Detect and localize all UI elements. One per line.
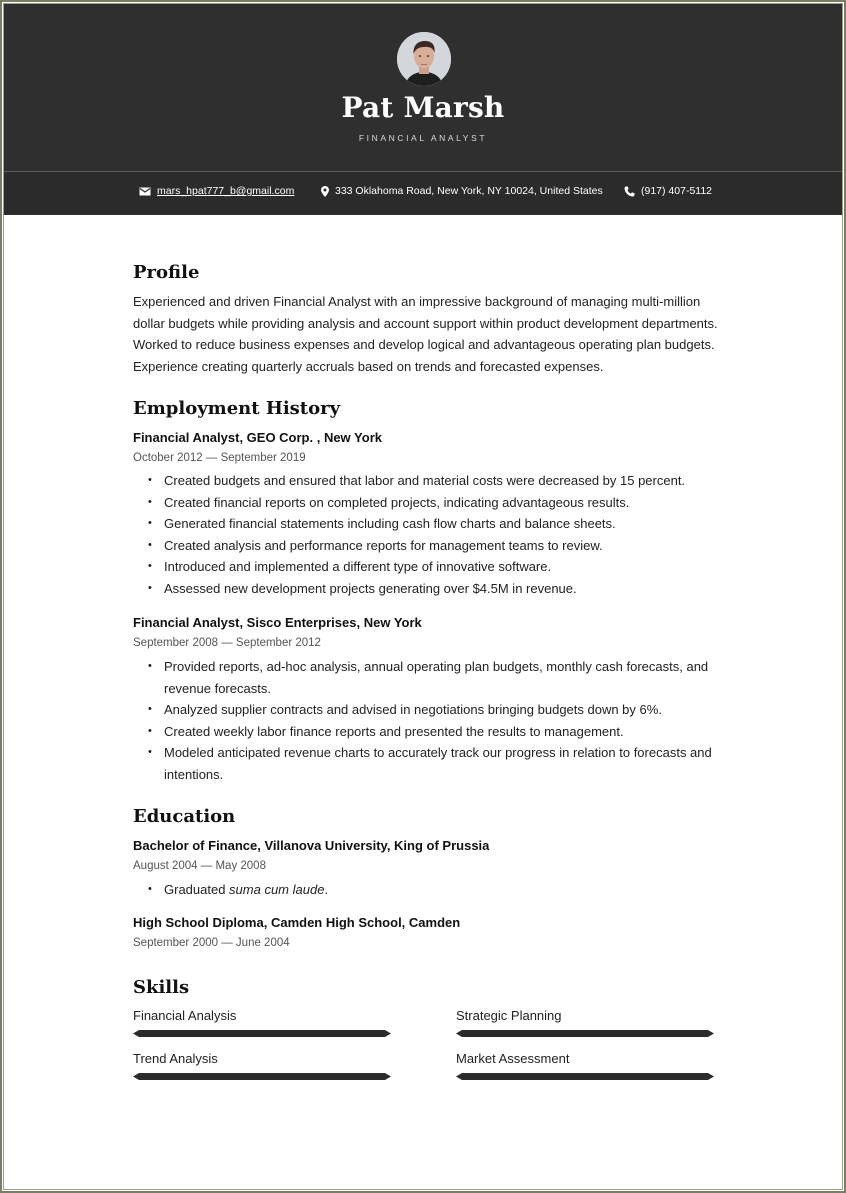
skill-bar-fill (133, 1030, 391, 1037)
list-item: Created analysis and performance reports… (133, 535, 723, 557)
email-link[interactable]: mars_hpat777_b@gmail.com (157, 185, 294, 197)
list-item: Analyzed supplier contracts and advised … (133, 699, 723, 721)
education-bullets: Graduated suma cum laude. (133, 879, 723, 901)
skill-label: Strategic Planning (456, 1008, 562, 1023)
skill-item: Strategic Planning (456, 1008, 714, 1037)
phone-text[interactable]: (917) 407-5112 (641, 185, 712, 197)
education-heading: Education (133, 806, 236, 827)
avatar (397, 32, 451, 86)
skill-level-bar (456, 1073, 714, 1080)
skill-level-bar (456, 1030, 714, 1037)
list-item: Modeled anticipated revenue charts to ac… (133, 742, 723, 785)
resume-header: Pat Marsh FINANCIAL ANALYST (3, 3, 843, 171)
skill-label: Trend Analysis (133, 1051, 218, 1066)
profile-heading: Profile (133, 262, 200, 283)
education-title: Bachelor of Finance, Villanova Universit… (133, 838, 490, 853)
contact-bar: mars_hpat777_b@gmail.com 333 Oklahoma Ro… (3, 172, 843, 215)
skill-bar-fill (456, 1073, 714, 1080)
job-dates: October 2012 — September 2019 (133, 452, 306, 464)
bullet-text: Graduated (164, 882, 230, 897)
skill-item: Trend Analysis (133, 1051, 391, 1080)
envelope-icon (139, 187, 151, 196)
phone-icon (624, 186, 635, 197)
skill-label: Financial Analysis (133, 1008, 237, 1023)
education-title: High School Diploma, Camden High School,… (133, 915, 461, 930)
list-item: Generated financial statements including… (133, 513, 723, 535)
honors-text: suma cum laude (229, 882, 325, 897)
skill-bar-fill (456, 1030, 714, 1037)
skill-bar-fill (133, 1073, 391, 1080)
contact-email: mars_hpat777_b@gmail.com (139, 185, 294, 197)
job-title: Financial Analyst, Sisco Enterprises, Ne… (133, 615, 422, 630)
education-dates: September 2000 — June 2004 (133, 937, 290, 949)
skill-item: Market Assessment (456, 1051, 714, 1080)
employment-heading: Employment History (133, 398, 341, 419)
list-item: Assessed new development projects genera… (133, 578, 723, 600)
job-dates: September 2008 — September 2012 (133, 637, 321, 649)
job-bullets: Provided reports, ad-hoc analysis, annua… (133, 656, 723, 786)
list-item: Graduated suma cum laude. (133, 879, 723, 901)
list-item: Created financial reports on completed p… (133, 492, 723, 514)
candidate-title: FINANCIAL ANALYST (358, 133, 488, 143)
contact-phone: (917) 407-5112 (624, 185, 712, 197)
map-pin-icon (321, 185, 329, 197)
list-item: Provided reports, ad-hoc analysis, annua… (133, 656, 723, 699)
skill-item: Financial Analysis (133, 1008, 391, 1037)
skills-heading: Skills (133, 977, 190, 998)
skill-label: Market Assessment (456, 1051, 570, 1066)
address-text: 333 Oklahoma Road, New York, NY 10024, U… (335, 185, 603, 197)
job-title: Financial Analyst, GEO Corp. , New York (133, 430, 382, 445)
skill-level-bar (133, 1073, 391, 1080)
job-bullets: Created budgets and ensured that labor a… (133, 470, 723, 600)
list-item: Introduced and implemented a different t… (133, 556, 723, 578)
avatar-portrait-icon (397, 32, 451, 86)
bullet-suffix: . (324, 882, 329, 897)
contact-address: 333 Oklahoma Road, New York, NY 10024, U… (321, 185, 603, 197)
education-dates: August 2004 — May 2008 (133, 860, 266, 872)
profile-summary: Experienced and driven Financial Analyst… (133, 294, 718, 375)
candidate-name: Pat Marsh (341, 91, 505, 124)
list-item: Created budgets and ensured that labor a… (133, 470, 723, 492)
skill-level-bar (133, 1030, 391, 1037)
list-item: Created weekly labor finance reports and… (133, 721, 723, 743)
